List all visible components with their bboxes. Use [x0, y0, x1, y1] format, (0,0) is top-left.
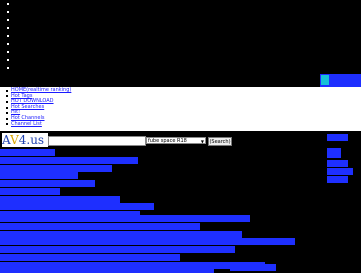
- list-item[interactable]: [0, 188, 60, 195]
- sidebar-link[interactable]: [327, 148, 341, 158]
- header-banner[interactable]: [320, 74, 361, 87]
- site-logo[interactable]: AV4.us: [2, 133, 48, 147]
- top-link-item[interactable]: [7, 56, 45, 63]
- bullet-icon: [7, 50, 9, 53]
- top-link-item[interactable]: [7, 32, 45, 39]
- list-item[interactable]: [0, 238, 295, 245]
- bullet-icon: [7, 42, 9, 45]
- bullet-icon: [7, 2, 9, 5]
- top-link-item[interactable]: [7, 0, 45, 7]
- logo-text: 4.us: [18, 133, 45, 147]
- list-item[interactable]: [0, 157, 138, 164]
- site-icon: [321, 75, 329, 85]
- list-item[interactable]: [0, 196, 120, 203]
- list-item[interactable]: [0, 231, 242, 238]
- top-link-item[interactable]: [7, 64, 45, 71]
- sidebar-link[interactable]: [327, 160, 348, 167]
- top-link-item[interactable]: [7, 16, 45, 23]
- menu-link-channel-list[interactable]: Channel List: [11, 121, 42, 128]
- bullet-icon: [7, 66, 9, 69]
- bullet-icon: [6, 117, 8, 120]
- bullet-icon: [6, 112, 8, 115]
- search-input[interactable]: [48, 136, 146, 146]
- top-link-item[interactable]: [7, 8, 45, 15]
- sidebar-link[interactable]: [327, 176, 348, 183]
- main-menu: HOME(realtime ranking) Hot Tags HOT DOWN…: [6, 87, 71, 128]
- list-item[interactable]: [0, 165, 112, 172]
- logo-letter: V: [10, 133, 19, 147]
- list-item[interactable]: [0, 172, 78, 179]
- list-item[interactable]: [0, 180, 95, 187]
- logo-letter: A: [2, 133, 11, 147]
- bullet-icon: [7, 58, 9, 61]
- bullet-icon: [6, 106, 8, 109]
- list-item[interactable]: [0, 223, 200, 230]
- top-link-item[interactable]: [7, 40, 45, 47]
- chevron-down-icon: ▼: [200, 139, 204, 144]
- search-category-select[interactable]: fube space R18 ▼: [146, 137, 206, 144]
- list-item[interactable]: [0, 149, 55, 156]
- bullet-icon: [7, 26, 9, 29]
- menu-item[interactable]: Channel List: [6, 121, 71, 128]
- sidebar-link[interactable]: [327, 168, 353, 175]
- bullet-icon: [7, 18, 9, 21]
- list-item[interactable]: [0, 203, 154, 210]
- list-item[interactable]: [0, 254, 180, 261]
- select-value: fube space R18: [148, 138, 187, 144]
- bullet-icon: [6, 100, 8, 103]
- list-item[interactable]: [0, 215, 250, 222]
- list-item[interactable]: [0, 266, 214, 273]
- top-link-item[interactable]: [7, 48, 45, 55]
- list-item[interactable]: [0, 246, 235, 253]
- top-link-list: [7, 0, 45, 72]
- search-button[interactable]: (Search): [208, 137, 232, 146]
- bullet-icon: [6, 95, 8, 98]
- bullet-icon: [7, 34, 9, 37]
- top-link-item[interactable]: [7, 24, 45, 31]
- bullet-icon: [7, 10, 9, 13]
- bullet-icon: [6, 123, 8, 126]
- bullet-icon: [6, 89, 8, 92]
- sidebar-link[interactable]: [327, 134, 348, 141]
- list-item[interactable]: [230, 264, 276, 271]
